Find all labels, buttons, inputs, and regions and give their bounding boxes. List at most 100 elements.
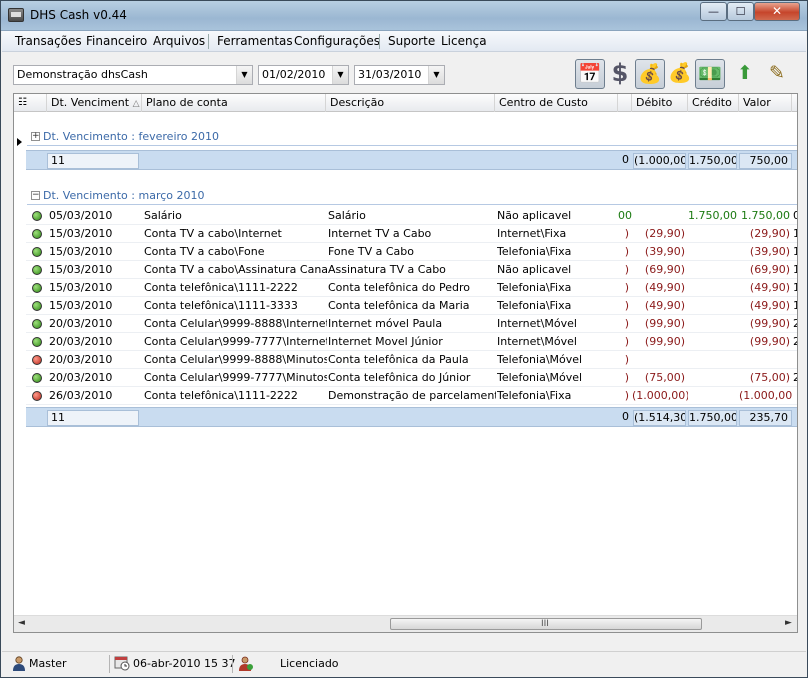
status-user: Master	[29, 657, 67, 670]
cash-button[interactable]: 💵	[695, 59, 725, 89]
chevron-down-icon[interactable]: ▼	[332, 66, 348, 84]
menu-configuracoes[interactable]: Configurações	[294, 34, 380, 48]
menu-financeiro[interactable]: Financeiro	[86, 34, 147, 48]
cell-hidden: )	[624, 263, 629, 276]
table-row[interactable]: 15/03/2010 Conta TV a cabo\Assinatura Can…	[26, 261, 797, 279]
status-green-icon	[32, 283, 42, 293]
cell-debit: (99,90)	[644, 335, 685, 348]
upload-button[interactable]: ⬆	[730, 59, 760, 89]
cell-description: Assinatura TV a Cabo	[328, 263, 446, 276]
cell-cost-center: Internet\Móvel	[497, 317, 577, 330]
menu-separator	[208, 34, 209, 49]
cell-value: (49,90)	[749, 281, 790, 294]
column-header-cost-center[interactable]: Centro de Custo	[495, 94, 618, 112]
column-chooser-icon[interactable]: ☷	[14, 94, 47, 112]
maximize-button[interactable]: ☐	[727, 2, 754, 21]
menu-arquivos[interactable]: Arquivos	[153, 34, 205, 48]
cell-overflow: 2	[793, 315, 797, 333]
cell-hidden: )	[624, 371, 629, 384]
calendar-clock-icon	[114, 655, 130, 671]
menu-separator	[379, 34, 380, 49]
table-row[interactable]: 15/03/2010 Conta TV a cabo\Internet Intern…	[26, 225, 797, 243]
status-separator	[232, 655, 233, 673]
cell-value: 1.750,00	[741, 209, 790, 222]
table-row[interactable]: 20/03/2010 Conta Celular\9999-7777\Intern…	[26, 333, 797, 351]
cell-debit: (99,90)	[644, 317, 685, 330]
group-header-march[interactable]: − Dt. Vencimento : março 2010	[14, 189, 797, 205]
cell-value: (99,90)	[749, 335, 790, 348]
cell-due-date: 15/03/2010	[49, 245, 113, 258]
cell-credit	[688, 351, 739, 369]
cell-hidden: )	[624, 353, 629, 366]
edit-button[interactable]: ✎	[762, 59, 792, 89]
chevron-down-icon[interactable]: ▼	[428, 66, 444, 84]
column-header-debit[interactable]: Débito	[632, 94, 688, 112]
close-button[interactable]: ✕	[754, 2, 800, 21]
cell-plan: Conta Celular\9999-8888\Minutos	[144, 353, 327, 366]
cell-description: Internet TV a Cabo	[328, 227, 432, 240]
date-from-picker[interactable]: 01/02/2010 ▼	[258, 65, 349, 85]
cell-overflow: 1	[793, 225, 797, 243]
money-bag-icon: 💰	[638, 63, 662, 85]
collapse-icon[interactable]: −	[31, 191, 40, 200]
table-row[interactable]: 05/03/2010 Salário Salário Não aplicavel 00 1…	[26, 207, 797, 225]
app-icon[interactable]	[8, 8, 24, 22]
scroll-left-icon[interactable]: ◄	[18, 618, 25, 628]
menu-transacoes[interactable]: Transações	[15, 34, 82, 48]
cell-due-date: 26/03/2010	[49, 389, 113, 402]
menu-suporte[interactable]: Suporte	[388, 34, 435, 48]
cell-debit: (29,90)	[644, 227, 685, 240]
money-bag-button[interactable]: 💰	[635, 59, 665, 89]
account-select[interactable]: Demonstração dhsCash ▼	[13, 65, 253, 85]
cell-credit	[688, 333, 739, 351]
transactions-grid[interactable]: ☷ Dt. Venciment △ Plano de conta Descriç…	[13, 93, 798, 633]
table-row[interactable]: 20/03/2010 Conta Celular\9999-8888\Intern…	[26, 315, 797, 333]
scroll-right-icon[interactable]: ►	[785, 618, 792, 628]
group-header-february[interactable]: + Dt. Vencimento : fevereiro 2010	[14, 130, 797, 146]
cell-overflow: 0	[793, 207, 797, 225]
chevron-down-icon[interactable]: ▼	[236, 66, 252, 84]
cell-value	[739, 351, 793, 369]
column-header-description[interactable]: Descrição	[326, 94, 495, 112]
status-green-icon	[32, 229, 42, 239]
table-row[interactable]: 20/03/2010 Conta Celular\9999-8888\Minuto…	[26, 351, 797, 369]
cell-cost-center: Internet\Fixa	[497, 227, 567, 240]
title-bar[interactable]: DHS Cash v0.44 — ☐ ✕	[1, 1, 807, 31]
cell-description: Conta telefônica do Júnior	[328, 371, 471, 384]
cell-due-date: 15/03/2010	[49, 281, 113, 294]
money-bags-icon: 💰	[668, 62, 692, 84]
menu-licenca[interactable]: Licença	[441, 34, 487, 48]
table-row[interactable]: 15/03/2010 Conta telefônica\1111-3333 Cont…	[26, 297, 797, 315]
cell-hidden: )	[624, 389, 629, 402]
table-row[interactable]: 15/03/2010 Conta TV a cabo\Fone Fone TV a …	[26, 243, 797, 261]
license-user-icon	[238, 655, 254, 671]
app-window: DHS Cash v0.44 — ☐ ✕ Transações Financei…	[0, 0, 808, 678]
upload-icon: ⬆	[737, 62, 753, 84]
table-row[interactable]: 15/03/2010 Conta telefônica\1111-2222 Cont…	[26, 279, 797, 297]
scrollbar-thumb[interactable]: III	[390, 618, 702, 630]
dollar-button[interactable]: $	[605, 59, 635, 89]
column-header-credit[interactable]: Crédito	[688, 94, 739, 112]
summary-credit: 1.750,00	[688, 410, 737, 426]
cell-hidden: )	[624, 227, 629, 240]
expand-icon[interactable]: +	[31, 132, 40, 141]
menu-ferramentas[interactable]: Ferramentas	[217, 34, 293, 48]
cell-credit	[688, 261, 739, 279]
table-row[interactable]: 26/03/2010 Conta telefônica\1111-2222 Demo…	[26, 387, 797, 405]
cell-description: Conta telefônica da Paula	[328, 353, 469, 366]
calendar-button[interactable]: 📅	[575, 59, 605, 89]
column-header-due-date[interactable]: Dt. Venciment △	[47, 94, 142, 112]
cell-plan: Conta TV a cabo\Internet	[144, 227, 282, 240]
column-header-hidden[interactable]	[618, 94, 632, 112]
status-green-icon	[32, 373, 42, 383]
table-row[interactable]: 20/03/2010 Conta Celular\9999-7777\Minuto…	[26, 369, 797, 387]
date-from-value: 01/02/2010	[262, 68, 326, 81]
date-to-picker[interactable]: 31/03/2010 ▼	[354, 65, 445, 85]
minimize-button[interactable]: —	[700, 2, 727, 21]
horizontal-scrollbar[interactable]: ◄ III ►	[14, 615, 797, 632]
cell-plan: Conta TV a cabo\Fone	[144, 245, 265, 258]
column-header-plan[interactable]: Plano de conta	[142, 94, 326, 112]
money-bags-button[interactable]: 💰	[665, 59, 695, 89]
column-header-value[interactable]: Valor	[739, 94, 792, 112]
cell-overflow: 1	[793, 261, 797, 279]
